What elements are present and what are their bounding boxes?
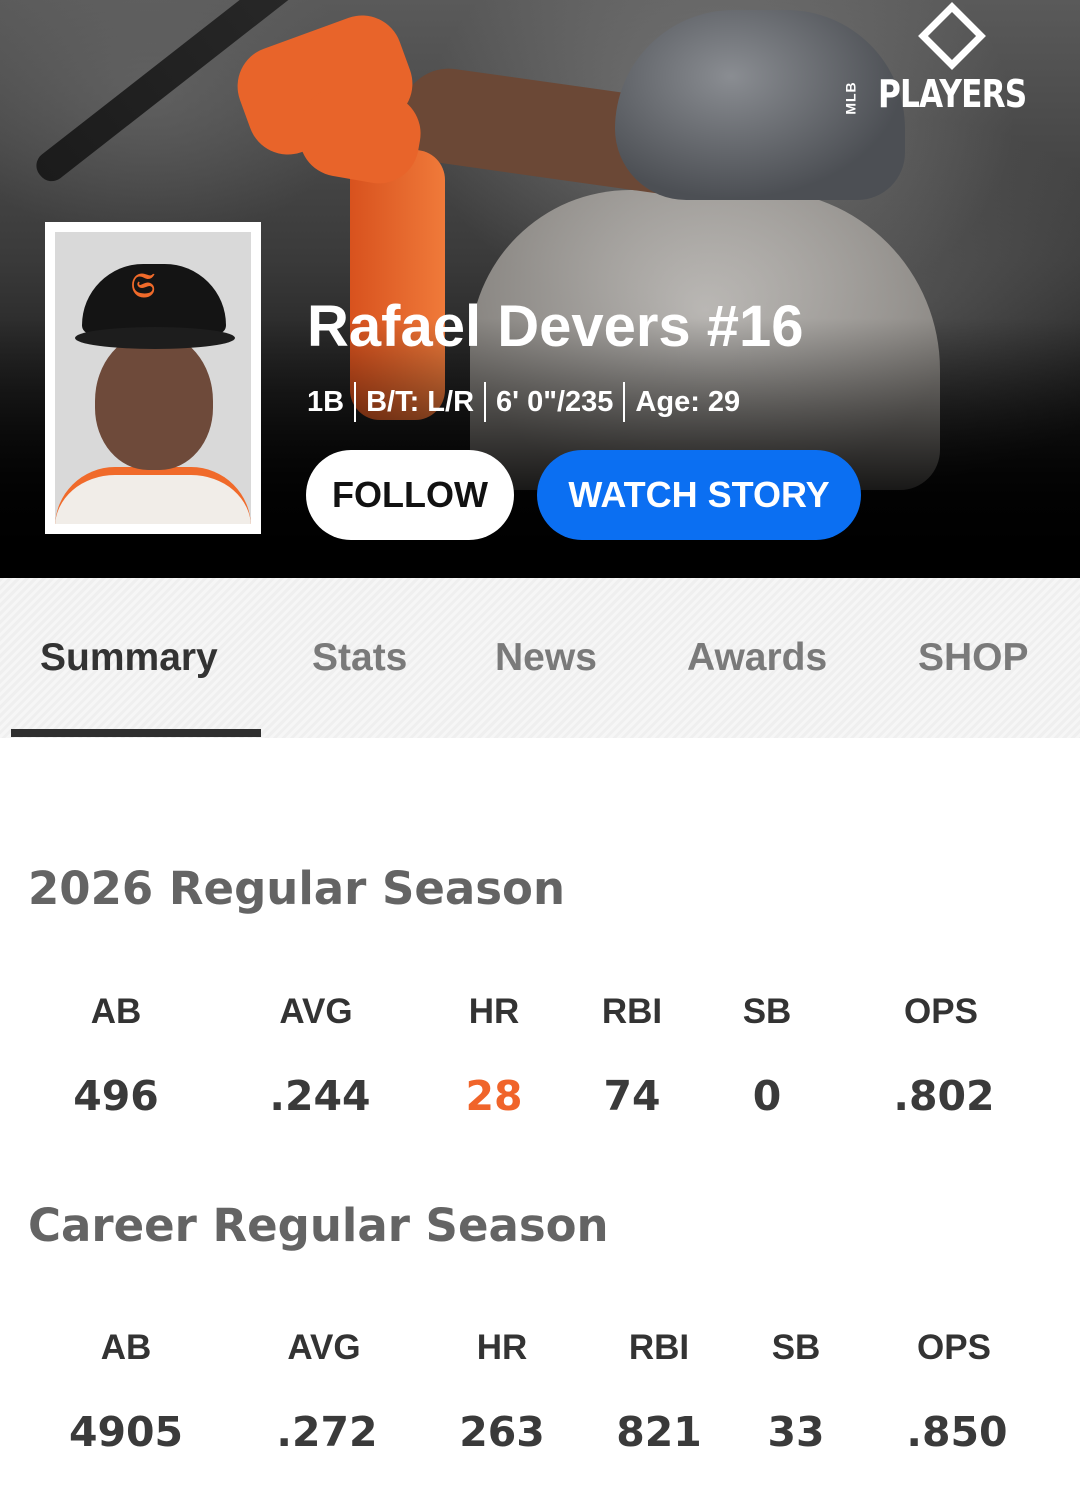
- headshot-cap-brim: [75, 327, 235, 349]
- career-value-sb: 33: [767, 1408, 825, 1456]
- headshot-image: 𝔖: [55, 232, 251, 524]
- headshot-jersey: [55, 467, 251, 524]
- career-value-hr: 263: [459, 1408, 545, 1456]
- watch-story-button[interactable]: WATCH STORY: [537, 450, 861, 540]
- career-label-rbi: RBI: [628, 1328, 690, 1367]
- meta-bats-throws: B/T: L/R: [354, 382, 484, 422]
- season-label-ops: OPS: [904, 992, 978, 1031]
- player-meta: 1B B/T: L/R 6' 0"/235 Age: 29: [307, 382, 750, 422]
- career-stats-title: Career Regular Season: [28, 1199, 609, 1252]
- season-value-avg: .244: [269, 1072, 371, 1120]
- tab-news[interactable]: News: [495, 628, 597, 688]
- tab-summary[interactable]: Summary: [40, 628, 218, 688]
- career-label-ops: OPS: [917, 1328, 991, 1367]
- season-label-hr: HR: [468, 992, 520, 1031]
- meta-height-weight: 6' 0"/235: [484, 382, 623, 422]
- player-headshot: 𝔖: [45, 222, 261, 534]
- season-value-ops: .802: [893, 1072, 995, 1120]
- season-value-ab: 496: [73, 1072, 159, 1120]
- career-label-hr: HR: [476, 1328, 528, 1367]
- season-label-avg: AVG: [279, 992, 353, 1031]
- meta-age: Age: 29: [623, 382, 750, 422]
- career-label-sb: SB: [771, 1328, 821, 1367]
- career-value-ops: .850: [906, 1408, 1008, 1456]
- season-stats-title: 2026 Regular Season: [28, 862, 566, 915]
- follow-button[interactable]: FOLLOW: [306, 450, 514, 540]
- mlb-logo-text: PLAYERS: [878, 72, 1027, 116]
- tab-bar: Summary Stats News Awards SHOP: [0, 578, 1080, 738]
- career-label-avg: AVG: [287, 1328, 361, 1367]
- sf-logo-icon: 𝔖: [131, 266, 155, 306]
- player-name: Rafael Devers #16: [307, 294, 804, 359]
- diamond-icon: [918, 2, 986, 70]
- mlb-logo-small-text: MLB: [842, 81, 859, 115]
- active-tab-indicator: [11, 729, 261, 737]
- mlb-players-logo: MLB PLAYERS: [843, 2, 1058, 120]
- tab-stats[interactable]: Stats: [312, 628, 407, 688]
- season-label-rbi: RBI: [601, 992, 663, 1031]
- tab-awards[interactable]: Awards: [687, 628, 827, 688]
- career-label-ab: AB: [100, 1328, 152, 1367]
- career-value-avg: .272: [276, 1408, 378, 1456]
- career-value-ab: 4905: [68, 1408, 184, 1456]
- season-value-sb: 0: [752, 1072, 782, 1120]
- season-value-rbi: 74: [603, 1072, 661, 1120]
- season-label-sb: SB: [742, 992, 792, 1031]
- meta-position: 1B: [307, 386, 345, 418]
- headshot-face: [95, 332, 213, 470]
- player-hero: MLB PLAYERS 𝔖 Rafael Devers #16 1B B/T: …: [0, 0, 1080, 578]
- career-value-rbi: 821: [616, 1408, 702, 1456]
- season-value-hr: 28: [465, 1072, 523, 1120]
- season-label-ab: AB: [90, 992, 142, 1031]
- tab-shop[interactable]: SHOP: [918, 628, 1029, 688]
